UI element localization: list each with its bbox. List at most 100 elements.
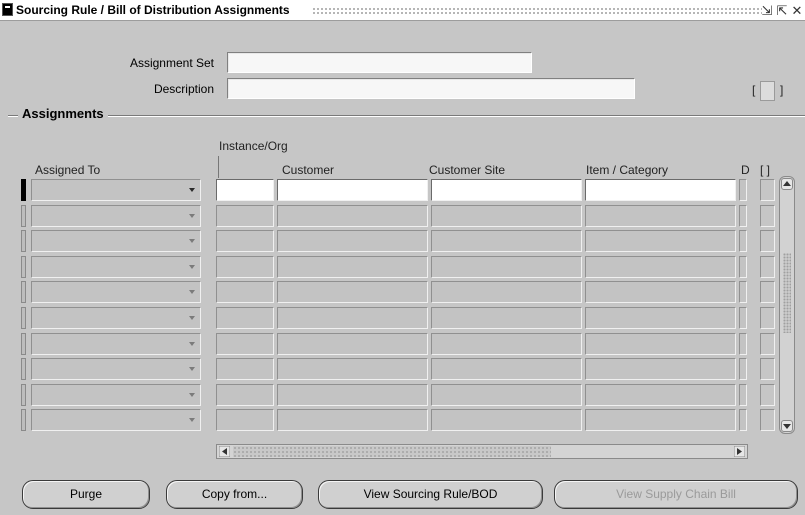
assigned-to-cell[interactable]	[31, 358, 201, 380]
row-flexfield-cell[interactable]	[760, 281, 775, 303]
assigned-to-cell[interactable]	[31, 256, 201, 278]
customer-site-cell[interactable]	[431, 256, 582, 278]
customer-cell[interactable]	[277, 205, 428, 227]
assignment-set-field[interactable]	[227, 52, 532, 73]
chevron-down-icon[interactable]	[189, 290, 195, 294]
record-indicator[interactable]	[21, 333, 26, 355]
item-category-cell[interactable]	[585, 307, 736, 329]
customer-site-cell[interactable]	[431, 384, 582, 406]
instance-org-cell[interactable]	[216, 384, 274, 406]
chevron-down-icon[interactable]	[189, 239, 195, 243]
minimize-icon[interactable]: ⇲	[761, 3, 773, 19]
customer-site-cell[interactable]	[431, 333, 582, 355]
scroll-up-icon[interactable]	[781, 178, 793, 190]
instance-org-cell[interactable]	[216, 179, 274, 201]
row-flexfield-cell[interactable]	[760, 358, 775, 380]
truncated-column-cell[interactable]	[739, 179, 747, 201]
assigned-to-cell[interactable]	[31, 333, 201, 355]
truncated-column-cell[interactable]	[739, 384, 747, 406]
customer-cell[interactable]	[277, 307, 428, 329]
instance-org-cell[interactable]	[216, 307, 274, 329]
row-flexfield-cell[interactable]	[760, 333, 775, 355]
horizontal-scrollbar[interactable]	[216, 444, 748, 459]
assigned-to-cell[interactable]	[31, 409, 201, 431]
chevron-down-icon[interactable]	[189, 367, 195, 371]
horizontal-scroll-thumb[interactable]	[233, 446, 551, 457]
truncated-column-cell[interactable]	[739, 256, 747, 278]
item-category-cell[interactable]	[585, 333, 736, 355]
truncated-column-cell[interactable]	[739, 281, 747, 303]
record-indicator[interactable]	[21, 358, 26, 380]
row-flexfield-cell[interactable]	[760, 230, 775, 252]
item-category-cell[interactable]	[585, 230, 736, 252]
chevron-down-icon[interactable]	[189, 418, 195, 422]
customer-site-cell[interactable]	[431, 205, 582, 227]
scroll-right-icon[interactable]	[734, 446, 745, 457]
instance-org-cell[interactable]	[216, 256, 274, 278]
instance-org-cell[interactable]	[216, 358, 274, 380]
row-flexfield-cell[interactable]	[760, 409, 775, 431]
chevron-down-icon[interactable]	[189, 265, 195, 269]
assigned-to-cell[interactable]	[31, 281, 201, 303]
truncated-column-cell[interactable]	[739, 333, 747, 355]
customer-cell[interactable]	[277, 384, 428, 406]
item-category-cell[interactable]	[585, 256, 736, 278]
item-category-cell[interactable]	[585, 179, 736, 201]
instance-org-cell[interactable]	[216, 230, 274, 252]
customer-cell[interactable]	[277, 409, 428, 431]
instance-org-cell[interactable]	[216, 205, 274, 227]
customer-cell[interactable]	[277, 179, 428, 201]
assigned-to-cell[interactable]	[31, 179, 201, 201]
customer-site-cell[interactable]	[431, 409, 582, 431]
record-indicator[interactable]	[21, 384, 26, 406]
vertical-scrollbar[interactable]	[779, 176, 795, 434]
chevron-down-icon[interactable]	[189, 316, 195, 320]
record-indicator[interactable]	[21, 256, 26, 278]
chevron-down-icon[interactable]	[189, 188, 195, 192]
maximize-icon[interactable]: ⇱	[776, 3, 788, 19]
record-indicator[interactable]	[21, 409, 26, 431]
customer-site-cell[interactable]	[431, 307, 582, 329]
truncated-column-cell[interactable]	[739, 358, 747, 380]
view-supply-chain-bill-button[interactable]: View Supply Chain Bill	[554, 480, 798, 509]
item-category-cell[interactable]	[585, 358, 736, 380]
instance-org-cell[interactable]	[216, 281, 274, 303]
item-category-cell[interactable]	[585, 384, 736, 406]
record-indicator[interactable]	[21, 205, 26, 227]
truncated-column-cell[interactable]	[739, 205, 747, 227]
row-flexfield-cell[interactable]	[760, 307, 775, 329]
descriptive-flexfield[interactable]	[760, 81, 775, 101]
vertical-scroll-thumb[interactable]	[783, 253, 791, 333]
purge-button[interactable]: Purge	[22, 480, 150, 509]
close-icon[interactable]: ✕	[791, 3, 803, 19]
item-category-cell[interactable]	[585, 205, 736, 227]
row-flexfield-cell[interactable]	[760, 205, 775, 227]
customer-site-cell[interactable]	[431, 179, 582, 201]
record-indicator[interactable]	[21, 230, 26, 252]
record-indicator[interactable]	[21, 281, 26, 303]
assigned-to-cell[interactable]	[31, 230, 201, 252]
truncated-column-cell[interactable]	[739, 230, 747, 252]
scroll-down-icon[interactable]	[781, 420, 793, 432]
truncated-column-cell[interactable]	[739, 409, 747, 431]
customer-cell[interactable]	[277, 333, 428, 355]
row-flexfield-cell[interactable]	[760, 384, 775, 406]
assigned-to-cell[interactable]	[31, 384, 201, 406]
assigned-to-cell[interactable]	[31, 205, 201, 227]
customer-site-cell[interactable]	[431, 358, 582, 380]
row-flexfield-cell[interactable]	[760, 179, 775, 201]
customer-cell[interactable]	[277, 256, 428, 278]
record-indicator[interactable]	[21, 307, 26, 329]
item-category-cell[interactable]	[585, 409, 736, 431]
customer-site-cell[interactable]	[431, 230, 582, 252]
instance-org-cell[interactable]	[216, 333, 274, 355]
row-flexfield-cell[interactable]	[760, 256, 775, 278]
chevron-down-icon[interactable]	[189, 214, 195, 218]
scroll-left-icon[interactable]	[219, 446, 230, 457]
description-field[interactable]	[227, 78, 635, 99]
customer-cell[interactable]	[277, 358, 428, 380]
customer-site-cell[interactable]	[431, 281, 582, 303]
assigned-to-cell[interactable]	[31, 307, 201, 329]
chevron-down-icon[interactable]	[189, 342, 195, 346]
truncated-column-cell[interactable]	[739, 307, 747, 329]
